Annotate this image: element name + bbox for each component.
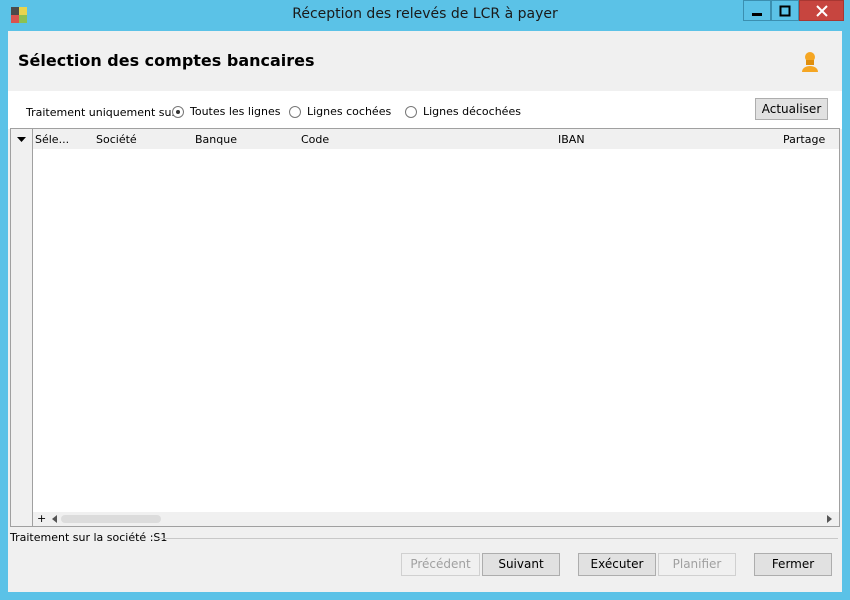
schedule-button[interactable]: Planifier [658, 553, 736, 576]
page-header: Sélection des comptes bancaires [8, 31, 842, 91]
maximize-button[interactable] [771, 0, 799, 21]
execute-button[interactable]: Exécuter [578, 553, 656, 576]
scroll-thumb[interactable] [61, 515, 161, 523]
column-sharing[interactable]: Partage [783, 133, 825, 146]
accounts-grid[interactable]: Séle... Société Banque Code IBAN Partage… [10, 128, 840, 527]
filter-label: Traitement uniquement sur : [26, 106, 184, 119]
column-header-row: Séle... Société Banque Code IBAN Partage [33, 129, 839, 149]
radio-unchecked-lines[interactable]: Lignes décochées [405, 105, 521, 118]
column-iban[interactable]: IBAN [558, 133, 585, 146]
radio-selected-icon [172, 105, 184, 118]
main-window: Réception des relevés de LCR à payer Sél… [0, 0, 850, 600]
maximize-icon [779, 5, 791, 16]
filter-bar: Traitement uniquement sur : Toutes les l… [8, 91, 842, 129]
column-company[interactable]: Société [96, 133, 137, 146]
row-header-column [11, 129, 33, 526]
radio-all-lines[interactable]: Toutes les lignes [172, 105, 280, 118]
column-chooser-icon[interactable] [11, 129, 32, 149]
next-button[interactable]: Suivant [482, 553, 560, 576]
radio-checked-lines[interactable]: Lignes cochées [289, 105, 391, 118]
horizontal-scrollbar[interactable]: + [33, 512, 839, 526]
close-dialog-button[interactable]: Fermer [754, 553, 832, 576]
client-area: Sélection des comptes bancaires Traiteme… [8, 31, 842, 592]
minimize-button[interactable] [743, 0, 771, 21]
page-title: Sélection des comptes bancaires [18, 51, 315, 70]
column-code[interactable]: Code [301, 133, 329, 146]
status-text: Traitement sur la société :S1 [10, 531, 168, 544]
column-bank[interactable]: Banque [195, 133, 237, 146]
scroll-right-icon[interactable] [825, 515, 833, 523]
radio-icon [289, 105, 301, 118]
minimize-icon [752, 12, 762, 16]
radio-label: Toutes les lignes [190, 105, 281, 118]
radio-label: Lignes cochées [307, 105, 392, 118]
scroll-left-icon[interactable] [51, 515, 59, 523]
user-icon [802, 52, 818, 72]
refresh-button[interactable]: Actualiser [755, 98, 828, 120]
close-button[interactable] [799, 0, 844, 21]
radio-icon [405, 105, 417, 118]
radio-label: Lignes décochées [423, 105, 521, 118]
previous-button[interactable]: Précédent [401, 553, 480, 576]
status-divider [158, 538, 838, 539]
title-bar[interactable]: Réception des relevés de LCR à payer [0, 0, 850, 30]
window-title: Réception des relevés de LCR à payer [292, 6, 558, 22]
column-select[interactable]: Séle... [35, 133, 69, 146]
close-icon [815, 4, 828, 17]
add-row-icon[interactable]: + [37, 512, 46, 525]
